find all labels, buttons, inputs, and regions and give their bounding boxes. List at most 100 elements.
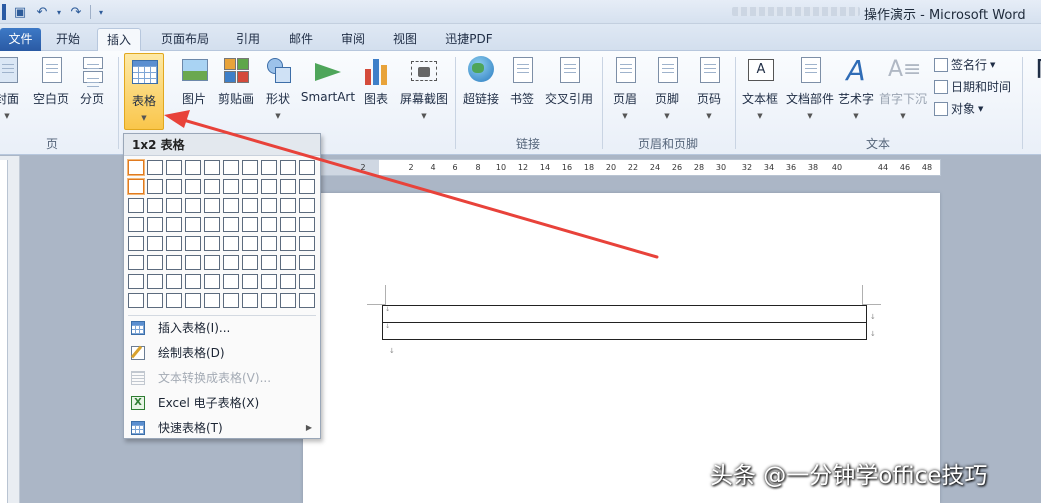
table-grid-cell[interactable] <box>204 293 220 308</box>
table-grid-cell[interactable] <box>223 160 239 175</box>
date-time-button[interactable]: 日期和时间 <box>934 77 1011 97</box>
table-button[interactable]: 表格 ▼ <box>124 53 164 130</box>
table-grid-cell[interactable] <box>299 217 315 232</box>
page-number-button[interactable]: 页码 ▼ <box>692 55 726 123</box>
table-grid-cell[interactable] <box>147 217 163 232</box>
table-grid-cell[interactable] <box>204 255 220 270</box>
table-grid-cell[interactable] <box>280 236 296 251</box>
table-grid-cell[interactable] <box>166 255 182 270</box>
table-grid-cell[interactable] <box>128 236 144 251</box>
picture-button[interactable]: 图片 <box>176 55 212 123</box>
textbox-button[interactable]: A 文本框 ▼ <box>740 55 780 123</box>
table-grid-cell[interactable] <box>242 179 258 194</box>
table-cell[interactable]: ↓ <box>382 305 867 323</box>
table-grid-cell[interactable] <box>185 160 201 175</box>
table-grid-cell[interactable] <box>204 217 220 232</box>
table-grid-cell[interactable] <box>261 217 277 232</box>
table-grid-cell[interactable] <box>147 236 163 251</box>
table-grid-cell[interactable] <box>299 293 315 308</box>
tab-pdf[interactable]: 迅捷PDF <box>438 28 500 51</box>
convert-text-menu-item[interactable]: 文本转换成表格(V)... <box>124 366 320 390</box>
table-grid-cell[interactable] <box>242 255 258 270</box>
table-grid-cell[interactable] <box>223 198 239 213</box>
tab-page-layout[interactable]: 页面布局 <box>153 28 217 51</box>
table-grid-cell[interactable] <box>185 274 201 289</box>
table-grid-cell[interactable] <box>147 255 163 270</box>
table-grid-cell[interactable] <box>223 255 239 270</box>
tab-review[interactable]: 审阅 <box>333 28 373 51</box>
table-grid-cell[interactable] <box>204 198 220 213</box>
chart-button[interactable]: 图表 <box>360 55 392 123</box>
table-grid-cell[interactable] <box>280 255 296 270</box>
table-grid-cell[interactable] <box>185 255 201 270</box>
table-grid-cell[interactable] <box>147 160 163 175</box>
table-grid-cell[interactable] <box>185 179 201 194</box>
tab-view[interactable]: 视图 <box>385 28 425 51</box>
page-break-button[interactable]: 分页 <box>76 55 108 123</box>
customize-qat-icon[interactable]: ▾ <box>97 4 105 20</box>
table-grid-cell[interactable] <box>147 179 163 194</box>
blank-page-button[interactable]: 空白页 <box>30 55 72 123</box>
table-grid-cell[interactable] <box>128 255 144 270</box>
table-grid-cell[interactable] <box>185 217 201 232</box>
crossref-button[interactable]: 交叉引用 <box>542 55 596 123</box>
tab-insert[interactable]: 插入 <box>97 28 141 52</box>
table-grid-cell[interactable] <box>242 293 258 308</box>
table-grid-cell[interactable] <box>185 198 201 213</box>
table-grid-cell[interactable] <box>280 179 296 194</box>
table-grid-cell[interactable] <box>280 217 296 232</box>
table-grid-cell[interactable] <box>280 198 296 213</box>
table-grid-cell[interactable] <box>242 274 258 289</box>
table-grid-cell[interactable] <box>223 217 239 232</box>
table-grid-cell[interactable] <box>128 198 144 213</box>
table-grid-cell[interactable] <box>223 274 239 289</box>
word-icon[interactable] <box>2 4 6 20</box>
table-grid-cell[interactable] <box>147 274 163 289</box>
signature-line-button[interactable]: 签名行 ▼ <box>934 55 995 75</box>
table-grid-cell[interactable] <box>242 160 258 175</box>
table-grid-cell[interactable] <box>204 274 220 289</box>
table-grid-cell[interactable] <box>166 236 182 251</box>
table-grid-cell[interactable] <box>166 160 182 175</box>
table-grid-cell[interactable] <box>261 198 277 213</box>
table-grid-cell[interactable] <box>242 217 258 232</box>
table-grid-cell[interactable] <box>299 236 315 251</box>
excel-spreadsheet-menu-item[interactable]: X Excel 电子表格(X) <box>124 391 320 415</box>
object-button[interactable]: 对象 ▼ <box>934 99 983 119</box>
table-grid-cell[interactable] <box>166 274 182 289</box>
table-grid-cell[interactable] <box>127 178 145 195</box>
table-grid-cell[interactable] <box>223 293 239 308</box>
table-grid-cell[interactable] <box>128 293 144 308</box>
cover-page-button[interactable]: 封面 ▼ <box>0 55 22 123</box>
save-icon[interactable]: ▣ <box>12 4 28 20</box>
hyperlink-button[interactable]: 超链接 <box>460 55 502 123</box>
tab-home[interactable]: 开始 <box>46 28 90 51</box>
table-grid-cell[interactable] <box>299 160 315 175</box>
table-grid-cell[interactable] <box>280 293 296 308</box>
table-grid-cell[interactable] <box>261 160 277 175</box>
header-button[interactable]: 页眉 ▼ <box>608 55 642 123</box>
table-grid-cell[interactable] <box>242 236 258 251</box>
table-grid-cell[interactable] <box>261 274 277 289</box>
table-grid-cell[interactable] <box>261 179 277 194</box>
table-grid-cell[interactable] <box>204 160 220 175</box>
table-grid-cell[interactable] <box>261 236 277 251</box>
table-grid-cell[interactable] <box>223 236 239 251</box>
chevron-down-icon[interactable]: ▾ <box>56 4 62 20</box>
table-grid-cell[interactable] <box>166 198 182 213</box>
table-grid-cell[interactable] <box>166 293 182 308</box>
shapes-button[interactable]: 形状 ▼ <box>262 55 294 123</box>
table-grid-cell[interactable] <box>299 274 315 289</box>
footer-button[interactable]: 页脚 ▼ <box>650 55 684 123</box>
table-grid-cell[interactable] <box>299 255 315 270</box>
table-grid-cell[interactable] <box>299 179 315 194</box>
table-grid-cell[interactable] <box>147 198 163 213</box>
table-grid-cell[interactable] <box>185 236 201 251</box>
quick-tables-menu-item[interactable]: 快速表格(T) ▶ <box>124 416 320 440</box>
table-grid-cell[interactable] <box>166 217 182 232</box>
smartart-button[interactable]: SmartArt <box>300 55 356 123</box>
table-grid-cell[interactable] <box>204 236 220 251</box>
table-grid-cell[interactable] <box>185 293 201 308</box>
table-grid-cell[interactable] <box>261 293 277 308</box>
table-grid-cell[interactable] <box>280 274 296 289</box>
